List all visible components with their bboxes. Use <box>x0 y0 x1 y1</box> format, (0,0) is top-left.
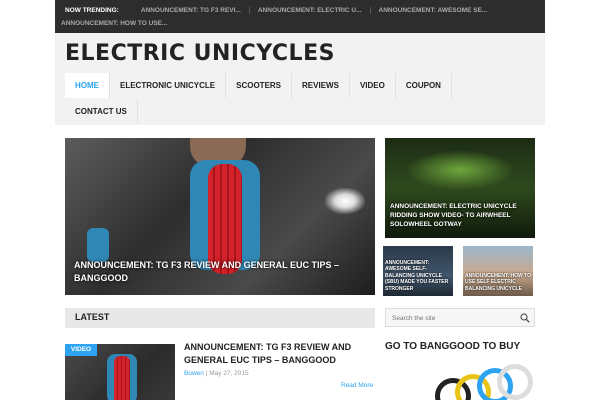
latest-heading: LATEST <box>75 312 110 322</box>
site-header: ELECTRIC UNICYCLES HOME ELECTRONIC UNICY… <box>55 33 545 125</box>
nav-item-video[interactable]: VIDEO <box>350 73 396 98</box>
hero-image-tire <box>208 164 242 274</box>
post-author[interactable]: Bowen <box>184 370 204 377</box>
nav-item-coupon[interactable]: COUPON <box>396 73 452 98</box>
post-title[interactable]: ANNOUNCEMENT: TG F3 REVIEW AND GENERAL E… <box>184 341 369 367</box>
featured-small-post[interactable]: ANNOUNCEMENT: HOW TO USE SELF ELECTRIC B… <box>463 246 533 296</box>
promo-image[interactable] <box>435 360 535 400</box>
promo-ring <box>497 364 533 400</box>
featured-main-caption[interactable]: ANNOUNCEMENT: TG F3 REVIEW AND GENERAL E… <box>74 259 364 285</box>
side-image-glow <box>405 150 515 190</box>
trending-item[interactable]: ANNOUNCEMENT: ELECTRIC U... <box>250 6 371 14</box>
main-nav: HOME ELECTRONIC UNICYCLE SCOOTERS REVIEW… <box>65 73 535 98</box>
video-badge[interactable]: VIDEO <box>65 344 97 356</box>
main-content: ANNOUNCEMENT: TG F3 REVIEW AND GENERAL E… <box>55 125 545 400</box>
top-bar: NOW TRENDING: ANNOUNCEMENT: TG F3 REVI..… <box>55 0 545 33</box>
thumb-image-tire <box>114 356 130 400</box>
trending-item[interactable]: ANNOUNCEMENT: TG F3 REVI... <box>133 6 250 14</box>
site-title[interactable]: ELECTRIC UNICYCLES <box>65 41 335 66</box>
trending-item[interactable]: ANNOUNCEMENT: HOW TO USE... <box>61 20 167 27</box>
latest-section-header: LATEST <box>65 308 375 328</box>
nav-item-electronic-unicycle[interactable]: ELECTRONIC UNICYCLE <box>110 73 227 98</box>
post-meta: Bowen | May 27, 2015 <box>184 370 249 377</box>
search-box <box>385 308 535 327</box>
hero-image-light <box>325 188 365 214</box>
nav-item-scooters[interactable]: SCOOTERS <box>226 73 293 98</box>
trending-item[interactable]: ANNOUNCEMENT: AWESOME SE... <box>371 7 496 14</box>
search-icon[interactable] <box>520 313 530 323</box>
featured-main-post[interactable]: ANNOUNCEMENT: TG F3 REVIEW AND GENERAL E… <box>65 138 375 295</box>
read-more-link[interactable]: Read More <box>341 382 373 389</box>
featured-side-caption[interactable]: ANNOUNCEMENT: ELECTRIC UNICYCLE RIDDING … <box>390 202 530 229</box>
trending-label: NOW TRENDING: <box>65 6 119 14</box>
trending-row: NOW TRENDING: ANNOUNCEMENT: TG F3 REVI..… <box>65 4 495 16</box>
featured-side-post[interactable]: ANNOUNCEMENT: ELECTRIC UNICYCLE RIDDING … <box>385 138 535 238</box>
main-nav-row-2: CONTACT US <box>65 99 138 124</box>
nav-item-reviews[interactable]: REVIEWS <box>292 73 350 98</box>
nav-item-contact-us[interactable]: CONTACT US <box>65 99 138 124</box>
featured-small-caption[interactable]: ANNOUNCEMENT: HOW TO USE SELF ELECTRIC B… <box>465 273 531 293</box>
hero-image-small-unicycle <box>87 228 109 262</box>
sidebar-heading: GO TO BANGGOOD TO BUY <box>385 341 521 352</box>
featured-small-caption[interactable]: ANNOUNCEMENT: AWESOME SELF-BALANCING UNI… <box>385 260 451 293</box>
search-input[interactable] <box>392 312 510 324</box>
featured-small-post[interactable]: ANNOUNCEMENT: AWESOME SELF-BALANCING UNI… <box>383 246 453 296</box>
nav-item-home[interactable]: HOME <box>65 73 110 98</box>
meta-separator: | <box>205 370 208 377</box>
post-date: May 27, 2015 <box>209 370 249 377</box>
